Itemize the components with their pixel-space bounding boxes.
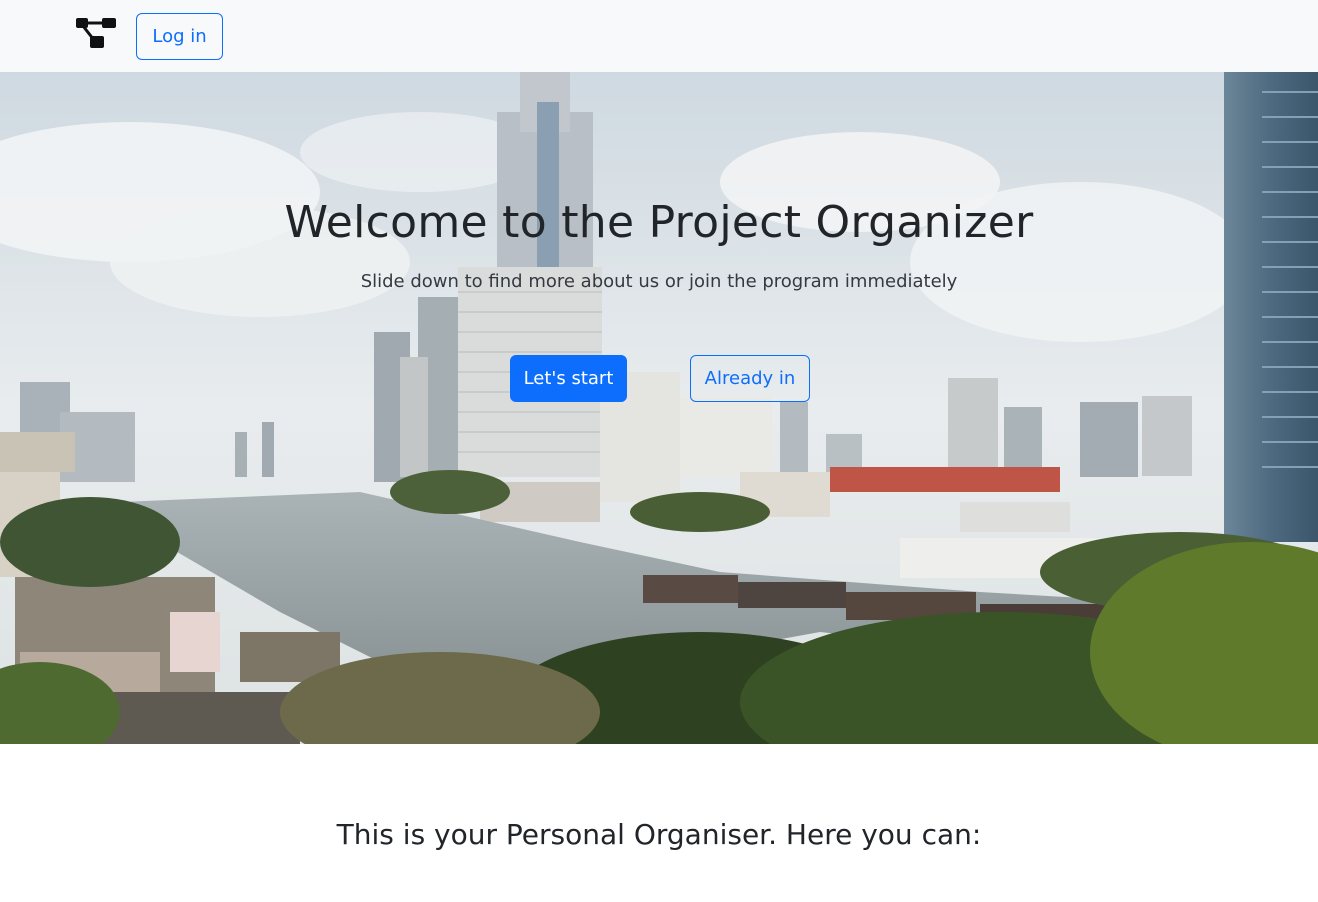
already-in-button[interactable]: Already in	[690, 355, 810, 402]
hero-banner: Welcome to the Project Organizer Slide d…	[0, 72, 1318, 744]
hero-subtitle: Slide down to find more about us or join…	[360, 271, 958, 292]
lets-start-button[interactable]: Let's start	[510, 355, 627, 402]
hero-title: Welcome to the Project Organizer	[284, 197, 1034, 248]
top-navbar: Log in	[0, 0, 1318, 72]
hierarchy-nodes-icon[interactable]	[74, 16, 118, 50]
login-button[interactable]: Log in	[136, 13, 223, 60]
city-river-skyline-image	[0, 72, 1318, 744]
features-heading: This is your Personal Organiser. Here yo…	[336, 818, 982, 851]
